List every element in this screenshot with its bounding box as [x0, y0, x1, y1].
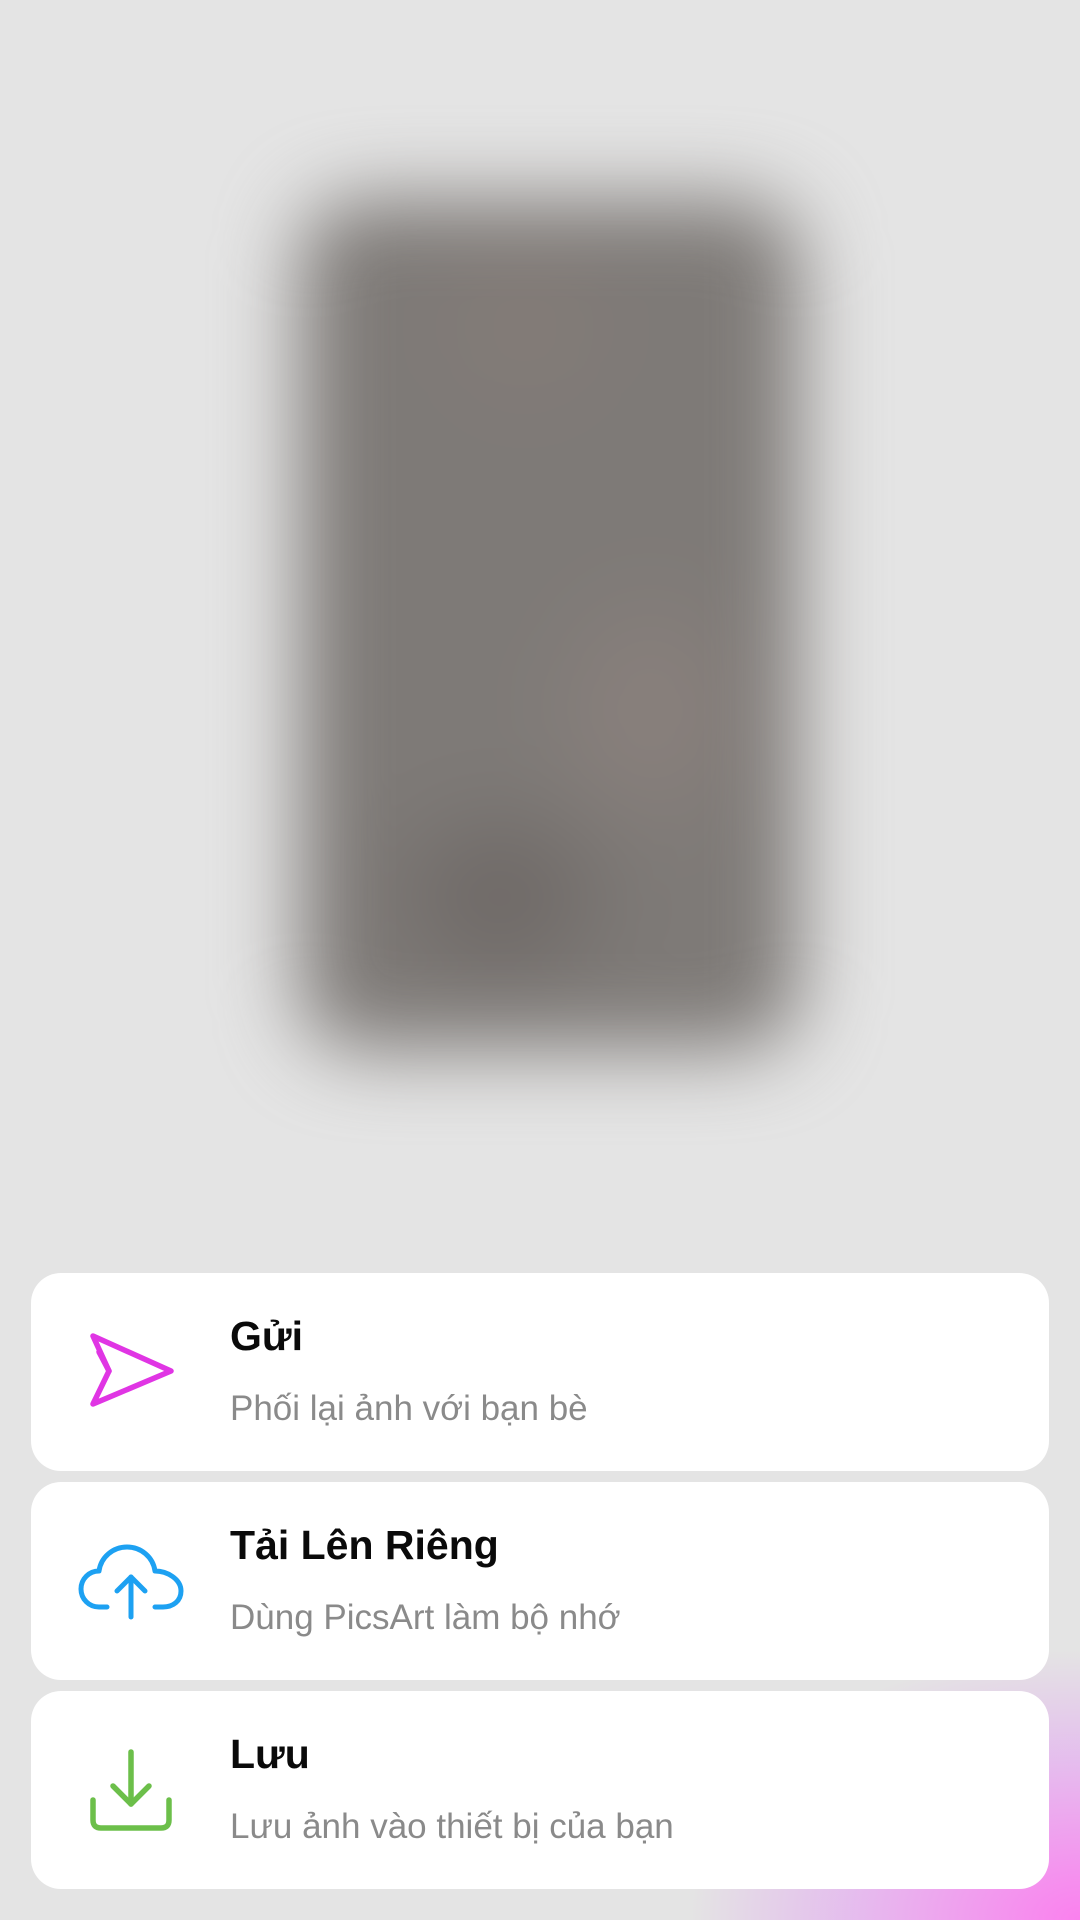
send-icon [75, 1316, 187, 1428]
save-option-title: Lưu [230, 1731, 310, 1777]
private-upload-option-subtitle: Dùng PicsArt làm bộ nhớ [230, 1598, 621, 1637]
save-option-subtitle: Lưu ảnh vào thiết bị của bạn [230, 1807, 674, 1846]
private-upload-option-title: Tải Lên Riêng [230, 1522, 499, 1568]
download-icon [75, 1734, 187, 1846]
cloud-upload-icon [75, 1525, 187, 1637]
save-option[interactable]: Lưu Lưu ảnh vào thiết bị của bạn [31, 1691, 1049, 1889]
send-option[interactable]: Gửi Phối lại ảnh với bạn bè [31, 1273, 1049, 1471]
send-option-title: Gửi [230, 1313, 303, 1359]
send-option-subtitle: Phối lại ảnh với bạn bè [230, 1389, 588, 1428]
private-upload-option[interactable]: Tải Lên Riêng Dùng PicsArt làm bộ nhớ [31, 1482, 1049, 1680]
image-preview [300, 200, 800, 1050]
share-options-sheet: Gửi Phối lại ảnh với bạn bè Tải Lên Riên… [31, 1273, 1049, 1900]
